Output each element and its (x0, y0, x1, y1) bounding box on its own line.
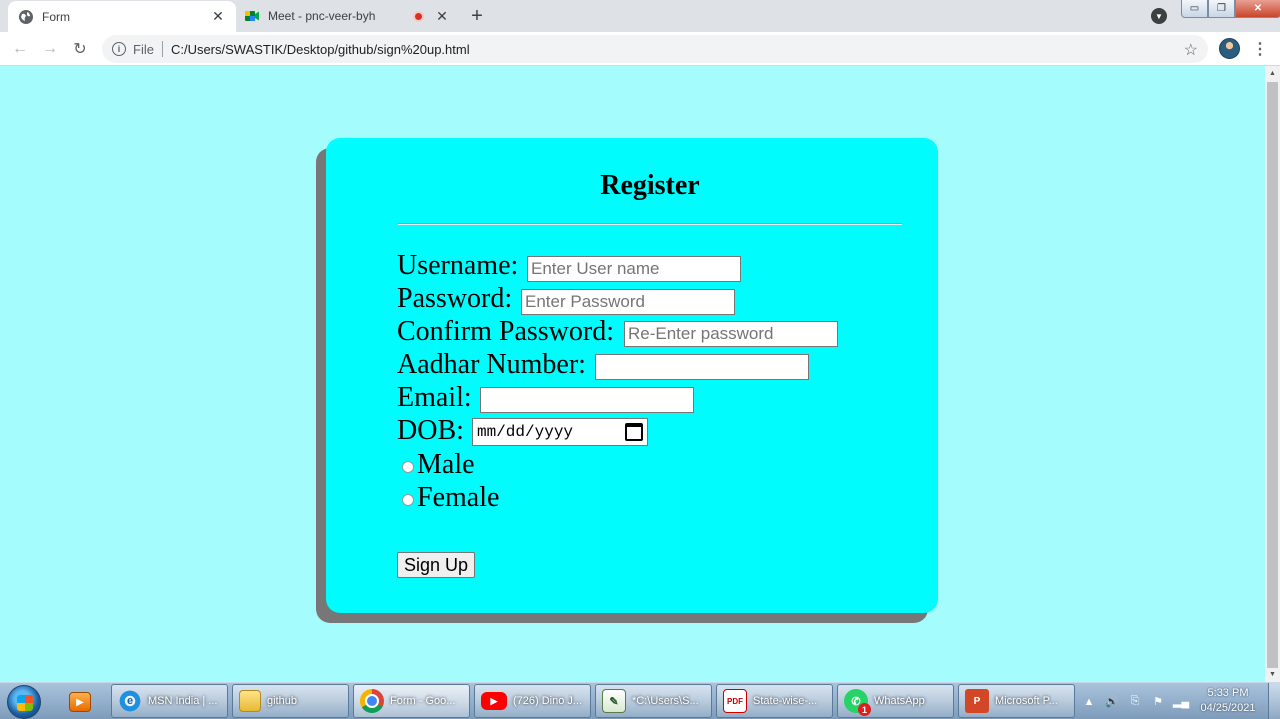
browser-toolbar: ← → ↻ i File C:/Users/SWASTIK/Desktop/gi… (0, 32, 1280, 66)
taskbar-item-label: github (267, 695, 297, 707)
tab-title: Meet - pnc-veer-byh (268, 9, 376, 23)
password-input[interactable] (521, 289, 735, 315)
gender-option-female[interactable]: Female (402, 483, 499, 513)
browser-titlebar: Form ✕ Meet - pnc-veer-byh ✕ + ▼ ▭ ❐ ✕ (0, 0, 1280, 32)
reload-button[interactable]: ↻ (70, 39, 90, 59)
dob-placeholder: mm/dd/yyyy (477, 423, 574, 441)
tab-title: Form (42, 9, 70, 24)
usb-device-icon[interactable]: ⎘ (1128, 695, 1142, 709)
aadhar-input[interactable] (595, 354, 809, 380)
clock-date: 04/25/2021 (1200, 702, 1256, 714)
bookmark-star-icon[interactable]: ☆ (1184, 40, 1198, 60)
male-radio[interactable] (402, 461, 414, 473)
maximize-button[interactable]: ❐ (1208, 0, 1235, 18)
forward-button[interactable]: → (40, 39, 60, 59)
calendar-icon[interactable] (625, 423, 643, 441)
address-separator (161, 41, 163, 57)
form-title: Register (600, 170, 700, 201)
internet-explorer-icon: e (118, 689, 142, 713)
minimize-button[interactable]: ▭ (1181, 0, 1208, 18)
show-hidden-icons-icon[interactable]: ▲ (1082, 695, 1096, 709)
taskbar-item-label: State-wise-... (753, 695, 818, 707)
media-player-icon: ▶ (69, 692, 91, 712)
show-desktop-button[interactable] (1268, 683, 1280, 719)
scroll-down-arrow-icon[interactable]: ▼ (1265, 667, 1280, 682)
username-input[interactable] (527, 256, 741, 282)
female-radio[interactable] (402, 494, 414, 506)
back-button[interactable]: ← (10, 39, 30, 59)
taskbar-item-label: MSN India | ... (148, 695, 218, 707)
taskbar-item-label: *C:\Users\S... (632, 695, 699, 707)
vertical-scrollbar[interactable]: ▲ ▼ (1265, 66, 1280, 682)
browser-menu-icon[interactable]: ⋮ (1252, 40, 1268, 58)
scheme-label: File (133, 41, 154, 57)
youtube-icon: ▶ (481, 692, 507, 710)
powerpoint-icon: P (965, 689, 989, 713)
volume-icon[interactable]: 🔊 (1105, 695, 1119, 709)
scroll-thumb[interactable] (1267, 82, 1278, 668)
notification-badge: 1 (858, 703, 871, 716)
window-controls: ▭ ❐ ✕ (1181, 0, 1280, 18)
dob-date-input[interactable]: mm/dd/yyyy (472, 418, 648, 446)
tab-search-icon[interactable]: ▼ (1151, 8, 1167, 24)
taskbar-item-label: Microsoft P... (995, 695, 1058, 707)
recording-icon (413, 10, 424, 22)
dob-label: DOB: (397, 415, 464, 446)
tab-close-icon[interactable]: ✕ (434, 8, 450, 24)
taskbar-item-chrome[interactable]: Form - Goo... (353, 684, 470, 718)
taskbar-item-youtube[interactable]: ▶ (726) Dino J... (474, 684, 591, 718)
username-label: Username: (397, 250, 519, 281)
gender-option-male[interactable]: Male (402, 450, 475, 480)
info-icon[interactable]: i (112, 42, 126, 56)
start-button[interactable] (7, 685, 41, 719)
scroll-up-arrow-icon[interactable]: ▲ (1265, 66, 1280, 81)
system-tray: ▲ 🔊 ⎘ ⚑ ▂▄ (1076, 683, 1204, 719)
taskbar-item-label: Form - Goo... (390, 695, 456, 707)
taskbar-item-powerpoint[interactable]: P Microsoft P... (958, 684, 1075, 718)
pdf-icon: PDF (723, 689, 747, 713)
taskbar-item-notepad[interactable]: ✎ *C:\Users\S... (595, 684, 712, 718)
folder-icon (239, 690, 261, 712)
new-tab-button[interactable]: + (466, 5, 488, 27)
tab-form[interactable]: Form ✕ (8, 1, 236, 32)
taskbar-item-label: (726) Dino J... (513, 695, 583, 707)
female-label: Female (417, 482, 500, 513)
confirm-password-label: Confirm Password: (397, 316, 614, 347)
windows-taskbar: ▶ e MSN India | ... github Form - Goo...… (0, 682, 1280, 719)
profile-avatar[interactable] (1219, 38, 1240, 59)
close-window-button[interactable]: ✕ (1235, 0, 1280, 18)
male-label: Male (417, 449, 475, 480)
email-label: Email: (397, 382, 472, 413)
taskbar-item-msn[interactable]: e MSN India | ... (111, 684, 228, 718)
address-bar[interactable]: i File C:/Users/SWASTIK/Desktop/github/s… (102, 35, 1208, 63)
sign-up-button[interactable]: Sign Up (397, 552, 475, 578)
tab-close-icon[interactable]: ✕ (210, 8, 226, 25)
title-divider (398, 223, 902, 225)
globe-icon (18, 9, 34, 25)
taskbar-item-pdf[interactable]: PDF State-wise-... (716, 684, 833, 718)
aadhar-label: Aadhar Number: (397, 349, 586, 380)
network-signal-icon[interactable]: ▂▄ (1173, 695, 1189, 709)
whatsapp-icon: ✆ 1 (844, 689, 871, 716)
notepad-icon: ✎ (602, 689, 626, 713)
taskbar-clock[interactable]: 5:33 PM 04/25/2021 (1192, 686, 1264, 716)
taskbar-item-whatsapp[interactable]: ✆ 1 WhatsApp (837, 684, 954, 718)
clock-time: 5:33 PM (1207, 687, 1249, 699)
email-input[interactable] (480, 387, 694, 413)
google-meet-icon (244, 8, 260, 24)
windows-logo-icon (17, 695, 33, 711)
confirm-password-input[interactable] (624, 321, 838, 347)
media-player-pinned[interactable]: ▶ (60, 688, 100, 716)
chrome-icon (360, 689, 384, 713)
taskbar-item-github[interactable]: github (232, 684, 349, 718)
password-label: Password: (397, 283, 513, 314)
url-text: C:/Users/SWASTIK/Desktop/github/sign%20u… (170, 41, 470, 57)
action-center-flag-icon[interactable]: ⚑ (1151, 695, 1165, 709)
taskbar-item-label: WhatsApp (874, 695, 925, 707)
tab-meet[interactable]: Meet - pnc-veer-byh ✕ (236, 0, 458, 32)
